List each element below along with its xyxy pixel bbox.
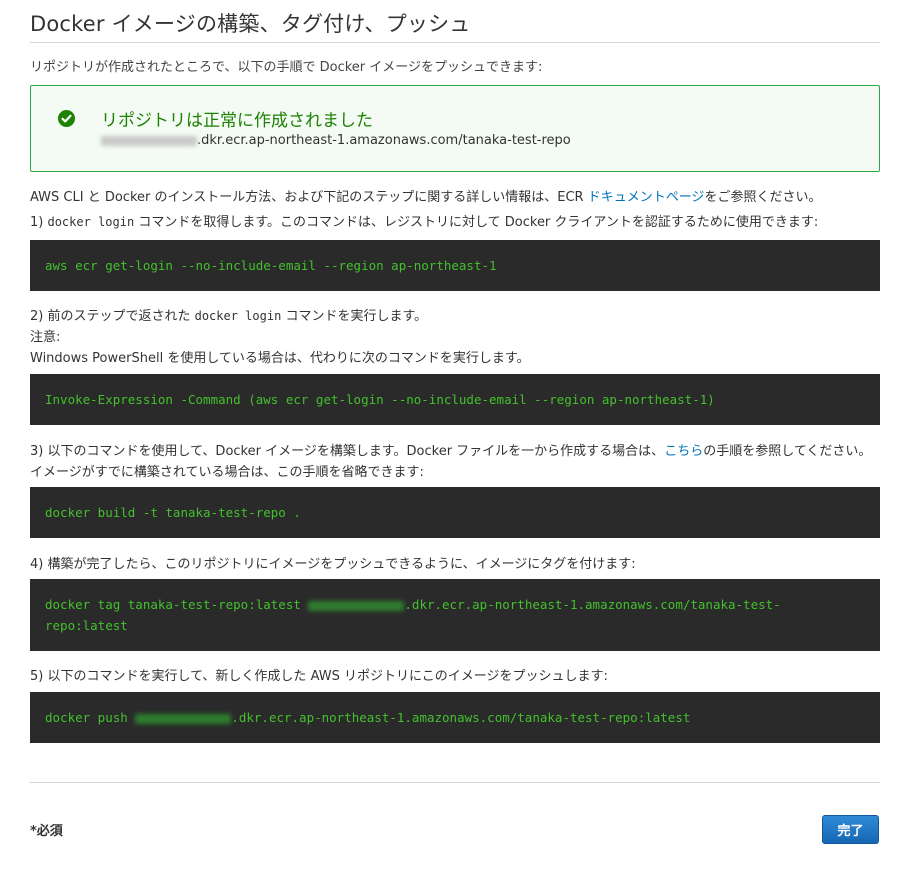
step-2-text: 2) 前のステップで返された docker login コマンドを実行します。	[30, 306, 880, 327]
redacted-account-id	[101, 135, 197, 146]
step-3-code: docker build -t tanaka-test-repo .	[45, 505, 301, 520]
title-divider	[30, 42, 880, 43]
step-5-code-prefix: docker push	[45, 710, 136, 725]
info-text-before: AWS CLI と Docker のインストール方法、および下記のステップに関す…	[30, 190, 588, 205]
step-2-prefix: 2) 前のステップで返された	[30, 309, 195, 324]
intro-text: リポジトリが作成されたところで、以下の手順で Docker イメージをプッシュで…	[30, 60, 543, 75]
step-5-code-block[interactable]: docker push .dkr.ecr.ap-northeast-1.amaz…	[30, 692, 880, 743]
step-4-code-prefix: docker tag tanaka-test-repo:latest	[45, 597, 309, 612]
required-label: *必須	[30, 824, 63, 839]
step-3-code-block[interactable]: docker build -t tanaka-test-repo .	[30, 487, 880, 538]
step-1-text: 1) docker login コマンドを取得します。このコマンドは、レジストリ…	[30, 212, 880, 233]
step-3-text: 3) 以下のコマンドを使用して、Docker イメージを構築します。Docker…	[30, 441, 880, 483]
step-2-note-text: Windows PowerShell を使用している場合は、代わりに次のコマンド…	[30, 351, 530, 366]
info-text: AWS CLI と Docker のインストール方法、および下記のステップに関す…	[30, 187, 880, 208]
step-1-command-name: docker login	[47, 215, 135, 229]
step-2-command-name: docker login	[194, 309, 282, 323]
step-5-text: 5) 以下のコマンドを実行して、新しく作成した AWS リポジトリにこのイメージ…	[30, 669, 608, 684]
step-2-code-block[interactable]: Invoke-Expression -Command (aws ecr get-…	[30, 374, 880, 425]
step-4-text: 4) 構築が完了したら、このリポジトリにイメージをプッシュできるように、イメージ…	[30, 557, 636, 572]
step-4-code-block[interactable]: docker tag tanaka-test-repo:latest .dkr.…	[30, 579, 880, 651]
repository-uri-suffix: .dkr.ecr.ap-northeast-1.amazonaws.com/ta…	[197, 133, 571, 148]
step-1-description: コマンドを取得します。このコマンドは、レジストリに対して Docker クライア…	[134, 215, 819, 230]
info-text-after: をご参照ください。	[704, 190, 822, 205]
redacted-account-id	[308, 600, 405, 611]
repository-uri: .dkr.ecr.ap-northeast-1.amazonaws.com/ta…	[101, 133, 571, 148]
step-1-code-block[interactable]: aws ecr get-login --no-include-email --r…	[30, 240, 880, 291]
success-alert: リポジトリは正常に作成されました .dkr.ecr.ap-northeast-1…	[30, 85, 880, 172]
step-5-code-suffix: .dkr.ecr.ap-northeast-1.amazonaws.com/ta…	[231, 710, 691, 725]
success-title: リポジトリは正常に作成されました	[101, 111, 373, 131]
step-2-description: コマンドを実行します。	[281, 309, 428, 324]
step-2-code: Invoke-Expression -Command (aws ecr get-…	[45, 392, 715, 407]
page-title: Docker イメージの構築、タグ付け、プッシュ	[30, 12, 471, 36]
check-circle-icon	[58, 110, 75, 127]
step-3-text-before: 3) 以下のコマンドを使用して、Docker イメージを構築します。Docker…	[30, 444, 665, 459]
documentation-link[interactable]: ドキュメントページ	[588, 190, 705, 205]
redacted-account-id	[135, 713, 232, 724]
step-1-code: aws ecr get-login --no-include-email --r…	[45, 258, 497, 273]
footer-divider	[30, 782, 880, 783]
step-2-note-label: 注意:	[30, 330, 61, 345]
done-button[interactable]: 完了	[822, 815, 879, 844]
dockerfile-guide-link[interactable]: こちら	[664, 444, 703, 459]
step-4-code-suffix: .dkr.ecr.ap-northeast-1.amazonaws.com/ta…	[404, 597, 781, 612]
step-1-prefix: 1)	[30, 215, 48, 230]
step-4-code-line-2: repo:latest	[45, 618, 128, 633]
